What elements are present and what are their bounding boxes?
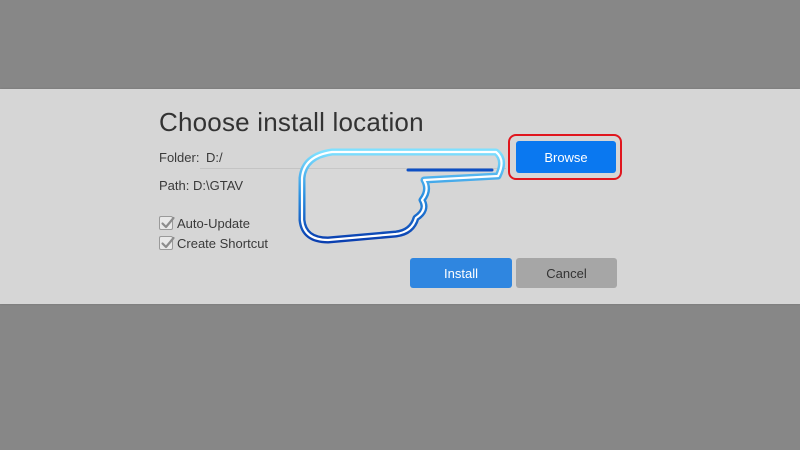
folder-label: Folder: bbox=[159, 150, 200, 165]
cancel-button[interactable]: Cancel bbox=[516, 258, 617, 288]
create-shortcut-label: Create Shortcut bbox=[177, 235, 269, 251]
folder-value: D:/ bbox=[206, 150, 223, 165]
folder-field-underline bbox=[200, 168, 506, 169]
auto-update-label: Auto-Update bbox=[177, 215, 250, 231]
path-label: Path: bbox=[159, 178, 190, 193]
checkmark-icon bbox=[161, 236, 175, 249]
path-value: D:\GTAV bbox=[193, 178, 244, 193]
browse-button[interactable]: Browse bbox=[516, 141, 616, 173]
auto-update-checkbox[interactable] bbox=[159, 216, 175, 230]
create-shortcut-checkbox[interactable] bbox=[159, 236, 175, 250]
create-shortcut-option[interactable]: Create Shortcut bbox=[159, 234, 268, 252]
dialog-title: Choose install location bbox=[159, 107, 424, 137]
install-location-dialog: Choose install location Folder: D:/ Path… bbox=[0, 89, 800, 304]
install-button[interactable]: Install bbox=[410, 258, 512, 288]
auto-update-option[interactable]: Auto-Update bbox=[159, 214, 250, 232]
checkmark-icon bbox=[161, 216, 175, 229]
